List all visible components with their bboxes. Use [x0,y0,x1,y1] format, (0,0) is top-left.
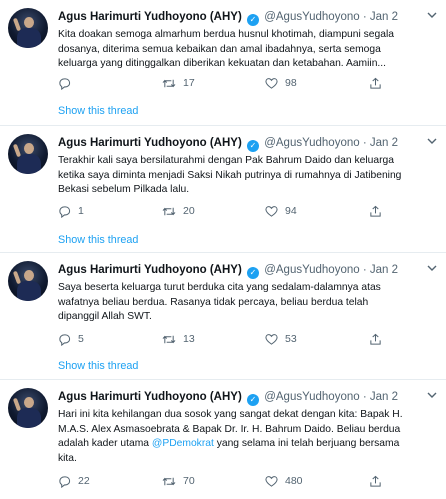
author-name[interactable]: Agus Harimurti Yudhoyono (AHY) [58,264,242,276]
reply-icon [59,205,71,218]
mention-link[interactable]: @PDemokrat [152,438,214,449]
retweet-count: 17 [183,77,195,89]
like-button[interactable]: 480 [265,473,303,489]
verified-badge-icon: ✓ [247,140,259,152]
tweet[interactable]: Agus Harimurti Yudhoyono (AHY) ✓ @AgusYu… [0,0,446,126]
author-name[interactable]: Agus Harimurti Yudhoyono (AHY) [58,137,242,149]
author-name[interactable]: Agus Harimurti Yudhoyono (AHY) [58,11,242,23]
tweet-date[interactable]: Jan 2 [370,11,398,23]
tweet-text: Kita doakan semoga almarhum berdua husnu… [58,29,394,70]
tweet-date[interactable]: Jan 2 [370,391,398,403]
author-handle[interactable]: @AgusYudhoyono [264,391,359,403]
tweet-text: Saya beserta keluarga turut berduka cita… [58,282,381,323]
like-button[interactable]: 94 [265,203,297,219]
reply-icon [59,333,71,346]
tweet-text: Hari ini kita kehilangan dua sosok yang … [58,408,436,466]
avatar[interactable] [8,261,48,301]
share-icon [370,333,381,345]
tweet-date[interactable]: Jan 2 [370,264,398,276]
reply-count: 1 [78,205,84,217]
tweet-actions: 5 13 53 [58,331,436,347]
retweet-icon [162,335,176,343]
tweet-header: Agus Harimurti Yudhoyono (AHY) ✓ @AgusYu… [58,135,438,153]
chevron-down-icon[interactable] [426,9,438,21]
tweet[interactable]: Agus Harimurti Yudhoyono (AHY) ✓ @AgusYu… [0,380,446,499]
tweet-header: Agus Harimurti Yudhoyono (AHY) ✓ @AgusYu… [58,262,438,280]
verified-badge-icon: ✓ [247,394,259,406]
separator: · [362,11,367,23]
retweet-button[interactable]: 13 [162,331,195,347]
verified-badge-icon: ✓ [247,267,259,279]
reply-button[interactable]: 5 [58,331,84,347]
share-button[interactable] [369,203,389,219]
tweet[interactable]: Agus Harimurti Yudhoyono (AHY) ✓ @AgusYu… [0,253,446,380]
heart-icon [265,333,278,345]
retweet-button[interactable]: 17 [162,75,195,91]
share-button[interactable] [369,331,389,347]
tweet-date[interactable]: Jan 2 [370,137,398,149]
share-button[interactable] [369,473,389,489]
author-handle[interactable]: @AgusYudhoyono [264,11,359,23]
tweet-actions: 22 70 480 [58,473,436,489]
retweet-count: 13 [183,333,195,345]
retweet-count: 70 [183,475,195,487]
timeline: Agus Harimurti Yudhoyono (AHY) ✓ @AgusYu… [0,0,446,499]
tweet-header: Agus Harimurti Yudhoyono (AHY) ✓ @AgusYu… [58,9,438,27]
heart-icon [265,475,278,487]
reply-button[interactable]: 1 [58,203,84,219]
tweet[interactable]: Agus Harimurti Yudhoyono (AHY) ✓ @AgusYu… [0,126,446,253]
reply-count: 5 [78,333,84,345]
retweet-button[interactable]: 70 [162,473,195,489]
tweet-text: Terakhir kali saya bersilaturahmi dengan… [58,155,402,196]
author-name[interactable]: Agus Harimurti Yudhoyono (AHY) [58,391,242,403]
retweet-icon [162,477,176,485]
separator: · [362,137,367,149]
retweet-icon [162,207,176,215]
like-count: 98 [285,77,297,89]
reply-button[interactable] [58,75,78,91]
author-handle[interactable]: @AgusYudhoyono [264,137,359,149]
retweet-icon [162,79,176,87]
reply-icon [59,475,71,488]
tweet-header: Agus Harimurti Yudhoyono (AHY) ✓ @AgusYu… [58,389,438,407]
tweet-actions: 1 20 94 [58,203,436,219]
chevron-down-icon[interactable] [426,389,438,401]
like-button[interactable]: 98 [265,75,297,91]
heart-icon [265,77,278,89]
avatar[interactable] [8,134,48,174]
retweet-button[interactable]: 20 [162,203,195,219]
chevron-down-icon[interactable] [426,262,438,274]
like-count: 94 [285,205,297,217]
share-button[interactable] [369,75,389,91]
show-thread-link[interactable]: Show this thread [58,359,138,373]
separator: · [362,391,367,403]
like-button[interactable]: 53 [265,331,297,347]
author-handle[interactable]: @AgusYudhoyono [264,264,359,276]
show-thread-link[interactable]: Show this thread [58,104,138,118]
chevron-down-icon[interactable] [426,135,438,147]
tweet-actions: 17 98 [58,75,436,91]
heart-icon [265,205,278,217]
reply-button[interactable]: 22 [58,473,90,489]
avatar[interactable] [8,388,48,428]
share-icon [370,475,381,487]
retweet-count: 20 [183,205,195,217]
like-count: 480 [285,475,303,487]
separator: · [362,264,367,276]
share-icon [370,77,381,89]
reply-icon [59,77,71,90]
show-thread-link[interactable]: Show this thread [58,233,138,247]
verified-badge-icon: ✓ [247,14,259,26]
share-icon [370,205,381,217]
like-count: 53 [285,333,297,345]
avatar[interactable] [8,8,48,48]
reply-count: 22 [78,475,90,487]
